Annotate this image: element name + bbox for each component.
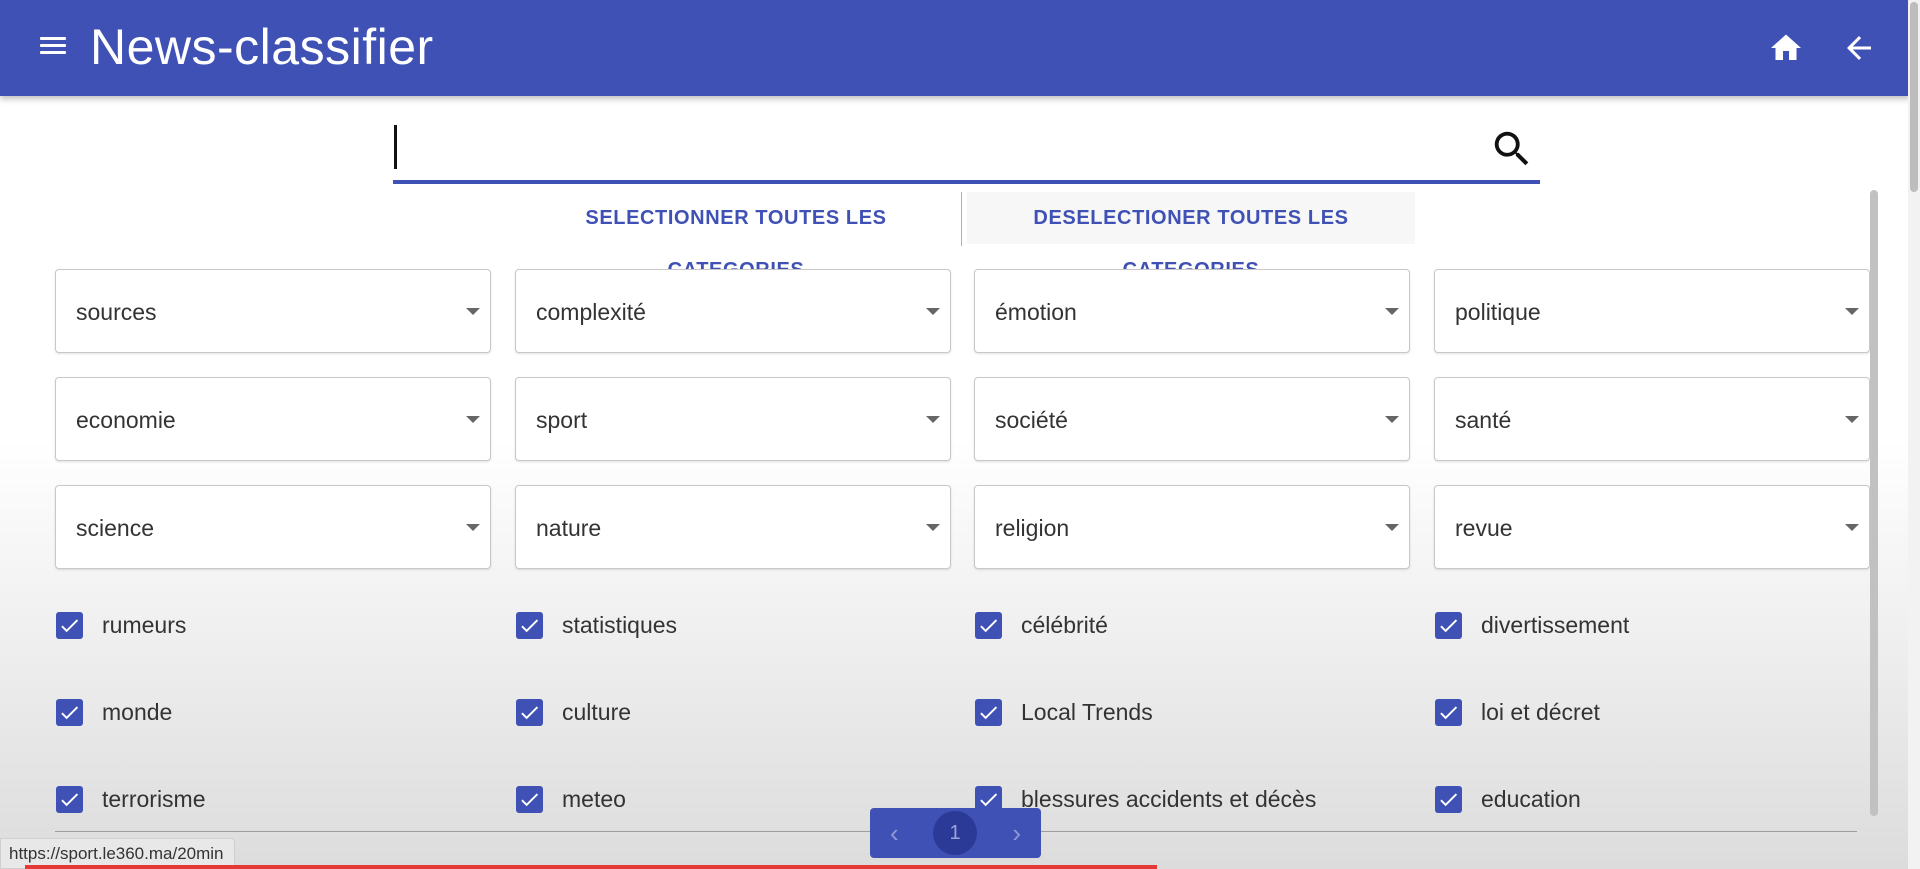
dropdown-label: economie: [76, 407, 176, 433]
home-icon[interactable]: [1768, 30, 1804, 66]
dropdown-label: nature: [536, 515, 602, 541]
progress-bar: [25, 865, 1157, 869]
dropdown-economie[interactable]: economie: [55, 377, 491, 461]
dropdown-religion[interactable]: religion: [974, 485, 1410, 569]
checkbox-label: divertissement: [1481, 612, 1630, 638]
check-icon[interactable]: [56, 612, 83, 639]
checkbox-label: blessures accidents et décès: [1021, 786, 1317, 812]
check-icon[interactable]: [516, 699, 543, 726]
dropdown-emotion[interactable]: émotion: [974, 269, 1410, 353]
arrow-drop-down-icon: [1845, 524, 1859, 531]
dropdown-label: science: [76, 515, 154, 541]
dropdown-label: politique: [1455, 299, 1541, 325]
check-icon[interactable]: [516, 612, 543, 639]
dropdown-complexite[interactable]: complexité: [515, 269, 951, 353]
dropdown-label: émotion: [995, 299, 1077, 325]
check-icon[interactable]: [1435, 612, 1462, 639]
check-icon[interactable]: [1435, 786, 1462, 813]
checkbox-label: terrorisme: [102, 786, 206, 812]
dropdown-sources[interactable]: sources: [55, 269, 491, 353]
chevron-right-icon[interactable]: ›: [1012, 808, 1021, 858]
chevron-left-icon[interactable]: ‹: [890, 808, 899, 858]
select-all-button[interactable]: SELECTIONNER TOUTES LES CATEGORIES: [520, 192, 952, 281]
dropdown-politique[interactable]: politique: [1434, 269, 1870, 353]
dropdown-label: complexité: [536, 299, 646, 325]
dropdown-nature[interactable]: nature: [515, 485, 951, 569]
text-caret: [394, 125, 397, 169]
check-icon[interactable]: [1435, 699, 1462, 726]
deselect-all-button[interactable]: DESELECTIONER TOUTES LES CATEGORIES: [967, 192, 1415, 281]
dropdown-label: revue: [1455, 515, 1513, 541]
checkbox-label: Local Trends: [1021, 699, 1153, 725]
arrow-back-icon[interactable]: [1841, 30, 1877, 66]
check-icon[interactable]: [56, 786, 83, 813]
arrow-drop-down-icon: [1845, 416, 1859, 423]
pagination: ‹ 1 ›: [870, 808, 1041, 858]
dropdown-societe[interactable]: société: [974, 377, 1410, 461]
arrow-drop-down-icon: [1385, 416, 1399, 423]
dropdown-label: religion: [995, 515, 1070, 541]
checkbox-label: statistiques: [562, 612, 678, 638]
arrow-drop-down-icon: [926, 416, 940, 423]
arrow-drop-down-icon: [1845, 308, 1859, 315]
checkbox-label: loi et décret: [1481, 699, 1600, 725]
checkbox-label: monde: [102, 699, 173, 725]
arrow-drop-down-icon: [466, 308, 480, 315]
dropdown-sport[interactable]: sport: [515, 377, 951, 461]
check-icon[interactable]: [975, 612, 1002, 639]
check-icon[interactable]: [975, 699, 1002, 726]
arrow-drop-down-icon: [926, 308, 940, 315]
search-input[interactable]: [393, 122, 1473, 176]
dropdown-science[interactable]: science: [55, 485, 491, 569]
search-icon[interactable]: [1489, 126, 1535, 172]
content-scrollbar[interactable]: [1870, 190, 1878, 816]
dropdown-label: sport: [536, 407, 588, 433]
app-title: News-classifier: [90, 19, 434, 75]
check-icon[interactable]: [56, 699, 83, 726]
check-icon[interactable]: [516, 786, 543, 813]
checkbox-label: célébrité: [1021, 612, 1108, 638]
arrow-drop-down-icon: [466, 416, 480, 423]
checkbox-label: rumeurs: [102, 612, 187, 638]
dropdown-label: santé: [1455, 407, 1512, 433]
dropdown-label: société: [995, 407, 1068, 433]
dropdown-revue[interactable]: revue: [1434, 485, 1870, 569]
page-scrollbar-thumb[interactable]: [1910, 2, 1918, 192]
arrow-drop-down-icon: [466, 524, 480, 531]
menu-icon[interactable]: [38, 33, 68, 63]
app-bar: News-classifier: [0, 0, 1910, 96]
arrow-drop-down-icon: [926, 524, 940, 531]
category-toggle-row: SELECTIONNER TOUTES LES CATEGORIES DESEL…: [0, 192, 1920, 281]
divider: [961, 192, 962, 246]
page-button-current[interactable]: 1: [933, 811, 977, 855]
dropdown-sante[interactable]: santé: [1434, 377, 1870, 461]
arrow-drop-down-icon: [1385, 524, 1399, 531]
dropdown-label: sources: [76, 299, 157, 325]
checkbox-label: culture: [562, 699, 632, 725]
arrow-drop-down-icon: [1385, 308, 1399, 315]
checkbox-label: education: [1481, 786, 1581, 812]
checkbox-label: meteo: [562, 786, 626, 812]
search-bar: [393, 118, 1540, 184]
